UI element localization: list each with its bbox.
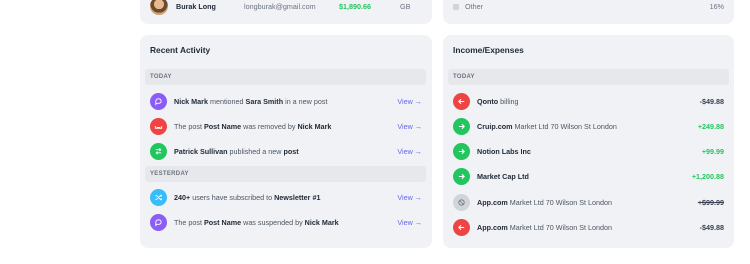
section-label-yesterday: YESTERDAY — [145, 166, 426, 182]
transaction-item[interactable]: App.com Market Ltd 70 Wilson St London — [453, 193, 612, 211]
view-link[interactable]: View → — [397, 193, 422, 202]
activity-entity: Patrick Sullivan — [174, 146, 228, 156]
transaction-amount: +249.88 — [697, 122, 724, 131]
arrow-right-icon — [453, 167, 470, 185]
transaction-text: Cruip.com Market Ltd 70 Wilson St London — [477, 122, 617, 131]
activity-entity: Nick Mark — [304, 217, 339, 227]
transaction-text: Qonto billing — [477, 97, 519, 106]
recent-activity-card: Recent Activity TODAY Nick Mark mentione… — [140, 35, 432, 248]
income-expenses-card: Income/Expenses TODAY Qonto billing -$49.… — [443, 35, 734, 248]
activity-entity: post — [283, 146, 299, 156]
view-link[interactable]: View → — [397, 218, 422, 227]
removed-icon — [150, 117, 167, 135]
activity-item: Patrick Sullivan published a new post — [150, 142, 299, 160]
activity-entity: Nick Mark — [297, 121, 332, 131]
activity-item: The post Post Name was removed by Nick M… — [150, 117, 331, 135]
transaction-amount: +99.99 — [701, 147, 724, 156]
transaction-text: Market Cap Ltd — [477, 172, 529, 181]
transaction-item[interactable]: Market Cap Ltd — [453, 167, 529, 185]
transaction-text: App.com Market Ltd 70 Wilson St London — [477, 198, 612, 207]
transaction-item[interactable]: Cruip.com Market Ltd 70 Wilson St London — [453, 117, 617, 135]
transaction-amount: +$99.99 — [697, 198, 724, 207]
customer-name: Burak Long — [176, 1, 216, 11]
activity-entity: Sara Smith — [245, 96, 284, 106]
customer-country: GB — [400, 1, 411, 11]
chat-icon — [150, 213, 167, 231]
arrow-left-icon — [453, 92, 470, 110]
transaction-detail: billing — [498, 96, 519, 106]
transaction-name: Qonto — [477, 96, 499, 106]
activity-entity: Nick Mark — [174, 96, 208, 106]
activity-fragment: The post — [174, 217, 204, 227]
transaction-item[interactable]: App.com Market Ltd 70 Wilson St London — [453, 218, 612, 236]
transaction-text: App.com Market Ltd 70 Wilson St London — [477, 223, 612, 232]
customers-card: Burak Long longburak@gmail.com $1,890.66… — [140, 0, 432, 24]
activity-item: Nick Mark mentioned Sara Smith in a new … — [150, 92, 327, 110]
table-row[interactable]: Burak Long longburak@gmail.com $1,890.66… — [150, 0, 411, 15]
transaction-detail: Market Ltd 70 Wilson St London — [512, 121, 617, 131]
activity-text: Patrick Sullivan published a new post — [174, 147, 299, 156]
arrow-left-icon — [453, 218, 470, 236]
activity-fragment: was removed by — [241, 121, 298, 131]
legend-swatch — [453, 3, 459, 10]
activity-entity: 240+ — [174, 192, 191, 202]
transaction-amount: +1,200.88 — [691, 172, 724, 181]
cancel-icon — [453, 193, 470, 211]
transaction-text: Notion Labs Inc — [477, 147, 531, 156]
activity-fragment: The post — [174, 121, 204, 131]
view-link[interactable]: View → — [397, 122, 422, 131]
section-label-today: TODAY — [448, 69, 729, 85]
activity-item: The post Post Name was suspended by Nick… — [150, 213, 339, 231]
transaction-amount: -$49.88 — [699, 223, 724, 232]
avatar — [150, 0, 168, 15]
activity-entity: Post Name — [203, 217, 242, 227]
breakdown-label: Other — [465, 2, 483, 11]
activity-entity: Post Name — [203, 121, 242, 131]
activity-text: Nick Mark mentioned Sara Smith in a new … — [174, 97, 327, 106]
transaction-name: App.com — [477, 222, 508, 232]
arrow-right-icon — [453, 117, 470, 135]
transaction-name: Notion Labs Inc — [477, 146, 531, 156]
list-item: Other 16% — [453, 2, 724, 11]
activity-fragment: was suspended by — [241, 217, 305, 227]
customer-email: longburak@gmail.com — [244, 1, 316, 11]
activity-entity: Newsletter #1 — [274, 192, 321, 202]
view-link[interactable]: View → — [397, 147, 422, 156]
breakdown-percent: 16% — [709, 2, 724, 11]
view-link[interactable]: View → — [397, 97, 422, 106]
transaction-name: Market Cap Ltd — [477, 171, 529, 181]
activity-text: 240+ users have subscribed to Newsletter… — [174, 193, 320, 202]
transaction-detail: Market Ltd 70 Wilson St London — [507, 197, 613, 207]
activity-fragment: users have subscribed to — [190, 192, 275, 202]
breakdown-card: Other 16% — [443, 0, 734, 24]
activity-fragment: in a new post — [283, 96, 328, 106]
card-title: Recent Activity — [150, 45, 211, 55]
shuffle-icon — [150, 188, 167, 206]
transaction-item[interactable]: Qonto billing — [453, 92, 519, 110]
transaction-item[interactable]: Notion Labs Inc — [453, 142, 531, 160]
chat-icon — [150, 92, 167, 110]
activity-fragment: mentioned — [207, 96, 246, 106]
activity-text: The post Post Name was suspended by Nick… — [174, 218, 339, 227]
activity-text: The post Post Name was removed by Nick M… — [174, 122, 331, 131]
activity-fragment: published a new — [227, 146, 284, 156]
customer-spent: $1,890.66 — [339, 1, 371, 11]
transaction-name: App.com — [477, 197, 508, 207]
swap-icon — [150, 142, 167, 160]
transaction-name: Cruip.com — [477, 121, 513, 131]
arrow-right-icon — [453, 142, 470, 160]
transaction-detail: Market Ltd 70 Wilson St London — [507, 222, 613, 232]
transaction-amount: -$49.88 — [699, 97, 724, 106]
card-title: Income/Expenses — [453, 45, 524, 55]
section-label-today: TODAY — [145, 69, 426, 85]
activity-item: 240+ users have subscribed to Newsletter… — [150, 188, 320, 206]
